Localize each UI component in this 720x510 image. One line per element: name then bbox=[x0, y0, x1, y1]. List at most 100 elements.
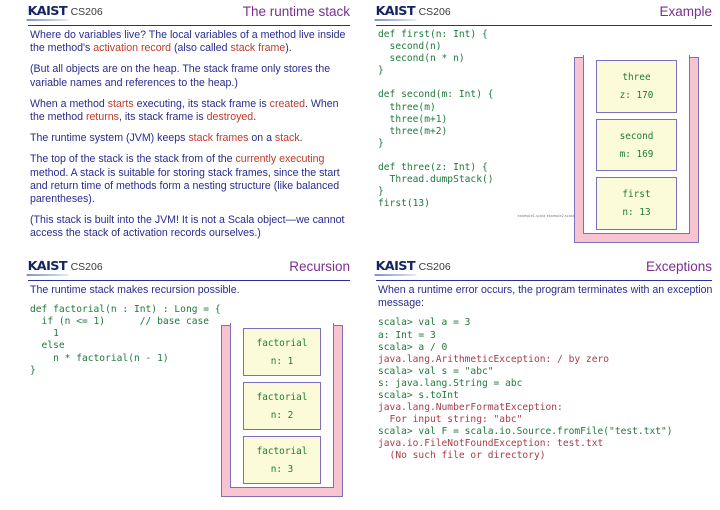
highlight-text: stack frame bbox=[230, 42, 286, 55]
slide-header: KAIST CS206 Example bbox=[374, 3, 712, 26]
paragraph: The top of the stack is the stack from o… bbox=[30, 153, 350, 206]
stack-frame-method: factorial bbox=[256, 391, 308, 403]
stack-frame-variable: m: 169 bbox=[619, 148, 654, 160]
stack-frame: first n: 13 bbox=[596, 177, 677, 231]
plain-text: on a bbox=[248, 132, 275, 145]
code-line: scala> val a = 3 bbox=[378, 317, 471, 329]
kaist-brand: KAIST CS206 bbox=[26, 258, 103, 276]
code-line: first(13) bbox=[378, 198, 430, 210]
highlight-text: stack bbox=[274, 132, 300, 145]
plain-text: The top of the stack is the stack from o… bbox=[30, 153, 236, 166]
highlight-text: destroyed bbox=[206, 111, 254, 124]
highlight-text: created bbox=[269, 97, 305, 110]
stack-frame-variable: n: 1 bbox=[270, 355, 294, 367]
slide-body: The runtime stack makes recursion possib… bbox=[30, 284, 350, 508]
paragraph: When a method starts executing, its stac… bbox=[30, 98, 350, 124]
stack-frame-list: factorial n: 1 factorial n: 2 factorial n: 3 bbox=[243, 328, 321, 484]
kaist-logo: KAIST bbox=[374, 3, 416, 21]
stack-diagram: factorial n: 1 factorial n: 2 factorial n: 3 bbox=[221, 323, 343, 497]
code-line: } bbox=[378, 186, 384, 198]
kaist-brand: KAIST CS206 bbox=[374, 258, 451, 276]
code-line: } bbox=[378, 137, 384, 149]
code-line: def first(n: Int) { bbox=[378, 29, 488, 40]
stack-frame: factorial n: 3 bbox=[243, 436, 321, 484]
slide-runtime-stack: KAIST CS206 The runtime stack Where do v… bbox=[0, 0, 360, 255]
course-code: CS206 bbox=[70, 6, 103, 18]
stack-frame: three z: 170 bbox=[596, 60, 677, 113]
plain-text: . bbox=[253, 111, 257, 124]
course-code: CS206 bbox=[418, 261, 451, 273]
code-line: three(m+1) bbox=[378, 113, 448, 125]
paragraph: The runtime stack makes recursion possib… bbox=[30, 284, 350, 297]
plain-text: When a method bbox=[30, 97, 108, 110]
code-block: scala> val a = 3 a: Int = 3 scala> a / 0… bbox=[378, 317, 714, 462]
stack-frame-method: factorial bbox=[256, 337, 308, 349]
slide-header: KAIST CS206 The runtime stack bbox=[26, 3, 350, 26]
stack-frame-variable: n: 2 bbox=[270, 409, 294, 421]
paragraph: Where do variables live? The local varia… bbox=[30, 29, 350, 55]
code-line: scala> a / 0 bbox=[378, 341, 448, 353]
stack-frame-method: three bbox=[622, 71, 651, 83]
code-line: a: Int = 3 bbox=[378, 329, 436, 341]
paragraph: (This stack is built into the JVM! It is… bbox=[30, 214, 350, 240]
plain-text: The runtime stack makes recursion possib… bbox=[30, 284, 240, 296]
highlight-text: currently executing bbox=[235, 153, 325, 166]
header-rule bbox=[376, 25, 712, 26]
code-line: } bbox=[378, 65, 384, 77]
code-line: second(n) bbox=[378, 41, 442, 53]
kaist-brand: KAIST CS206 bbox=[26, 3, 103, 21]
code-line: if (n <= 1) // base case bbox=[30, 316, 210, 328]
stack-frame: second m: 169 bbox=[596, 118, 677, 172]
slide-example: KAIST CS206 Example def first(n: Int) { … bbox=[360, 0, 720, 255]
code-line: scala> val F = scala.io.Source.fromFile(… bbox=[378, 426, 673, 438]
plain-text: executing, its stack frame is bbox=[133, 97, 270, 110]
kaist-brand: KAIST CS206 bbox=[374, 3, 451, 21]
code-line-exception: java.lang.ArithmeticException: / by zero bbox=[378, 353, 610, 365]
course-code: CS206 bbox=[70, 261, 103, 273]
header-rule bbox=[376, 280, 712, 281]
slide-sheet: KAIST CS206 The runtime stack Where do v… bbox=[0, 0, 720, 510]
stack-frame-list: three z: 170 second m: 169 first n: 13 bbox=[596, 60, 677, 231]
plain-text: The runtime system (JVM) keeps bbox=[30, 132, 189, 145]
slide-title: Recursion bbox=[289, 259, 350, 274]
slide-body: def first(n: Int) { second(n) second(n *… bbox=[378, 29, 714, 253]
plain-text: (But all objects are on the heap. The st… bbox=[30, 63, 331, 89]
plain-text: , its stack frame is bbox=[118, 111, 207, 124]
slide-exceptions: KAIST CS206 Exceptions When a runtime er… bbox=[360, 255, 720, 510]
code-line: } bbox=[30, 364, 36, 376]
code-line: scala> val s = "abc" bbox=[378, 365, 494, 377]
stack-frame-variable: n: 13 bbox=[622, 207, 651, 219]
code-line-exception: java.io.FileNotFoundException: test.txt bbox=[378, 438, 604, 450]
stack-frame: factorial n: 2 bbox=[243, 382, 321, 430]
code-line-exception: For input string: "abc" bbox=[378, 414, 523, 426]
code-line: three(m) bbox=[378, 101, 436, 113]
code-line: def second(m: Int) { bbox=[378, 89, 494, 101]
code-line-exception: (No such file or directory) bbox=[378, 450, 546, 462]
stack-frame: factorial n: 1 bbox=[243, 328, 321, 376]
slide-title: Exceptions bbox=[645, 259, 712, 274]
code-line: scala> s.toInt bbox=[378, 389, 459, 401]
highlight-text: returns bbox=[85, 111, 119, 124]
code-line: s: java.lang.String = abc bbox=[378, 377, 523, 389]
stack-frame-method: second bbox=[619, 130, 654, 142]
plain-text: . bbox=[299, 132, 303, 145]
stack-frame-method: first bbox=[622, 189, 651, 201]
code-line-exception: java.lang.NumberFormatException: bbox=[378, 402, 563, 414]
plain-text: ). bbox=[285, 42, 292, 55]
slide-header: KAIST CS206 Recursion bbox=[26, 258, 350, 281]
slide-body: When a runtime error occurs, the program… bbox=[378, 284, 714, 508]
paragraph: When a runtime error occurs, the program… bbox=[378, 284, 714, 310]
course-code: CS206 bbox=[418, 6, 451, 18]
highlight-text: activation record bbox=[93, 42, 172, 55]
code-line: def factorial(n : Int) : Long = { bbox=[30, 304, 221, 316]
header-rule bbox=[28, 280, 350, 281]
paragraph: The runtime system (JVM) keeps stack fra… bbox=[30, 132, 350, 145]
kaist-logo: KAIST bbox=[26, 3, 68, 21]
slide-recursion: KAIST CS206 Recursion The runtime stack … bbox=[0, 255, 360, 510]
code-line: n * factorial(n - 1) bbox=[30, 352, 169, 364]
kaist-logo: KAIST bbox=[374, 258, 416, 276]
code-line: three(m+2) bbox=[378, 125, 448, 137]
code-line: else bbox=[30, 340, 65, 352]
